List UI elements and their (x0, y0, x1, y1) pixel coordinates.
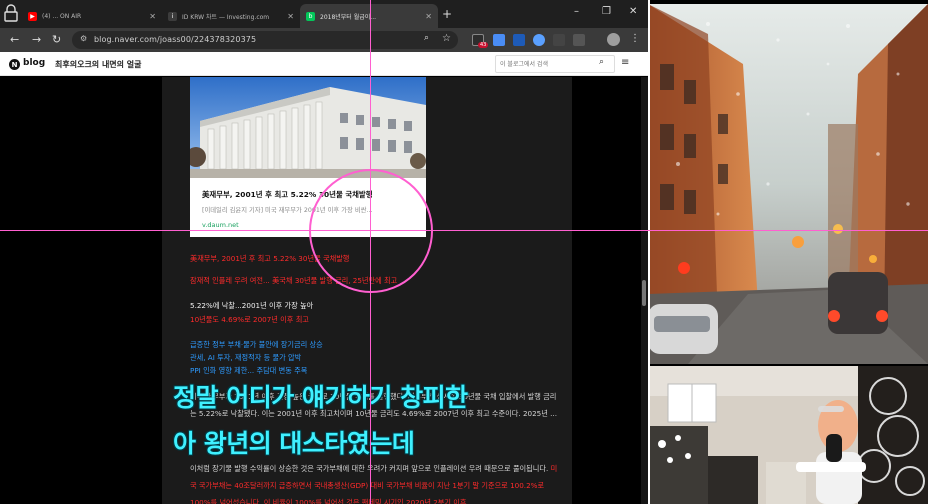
bookmark-star-icon[interactable]: ☆ (442, 33, 451, 44)
article-line: 10년물도 4.69%로 2007년 이후 최고 (190, 315, 309, 324)
extension-badge: 43 (478, 42, 489, 48)
close-icon[interactable]: ✕ (287, 12, 294, 21)
restore-button[interactable]: ❐ (602, 6, 611, 17)
zoom-icon[interactable]: ⌕ (424, 33, 429, 43)
blog-search-input[interactable] (500, 59, 595, 70)
tab-investing[interactable]: i ID KRW 차트 — Investing.com ✕ (162, 4, 300, 28)
blog-logo-text[interactable]: blog (23, 58, 45, 68)
browser-toolbar: ← → ↻ ⚙ blog.naver.com/joass00/224378320… (0, 28, 648, 52)
lock-icon (4, 4, 18, 22)
forward-icon[interactable]: → (32, 33, 41, 47)
menu-icon[interactable]: ⋮ (630, 33, 640, 44)
search-icon[interactable]: ⌕ (599, 57, 604, 67)
new-tab-button[interactable]: + (442, 7, 452, 21)
naver-blog-favicon-icon: b (306, 11, 315, 21)
close-icon[interactable]: ✕ (425, 12, 432, 21)
article-line: 5.22%에 낙찰...2001년 이후 가장 높아 (190, 301, 314, 310)
naver-logo-icon[interactable]: N (9, 59, 20, 70)
webcam-video (648, 366, 928, 504)
extension-icon[interactable] (573, 34, 585, 46)
article-line: 급증한 정부 부채·물가 불안에 장기금리 상승 (190, 340, 323, 349)
address-bar[interactable]: ⚙ blog.naver.com/joass00/224378320375 ⌕ … (72, 31, 458, 49)
treasury-building-image (190, 77, 426, 178)
hamburger-icon[interactable]: ≡ (621, 57, 629, 68)
extension-icon[interactable] (553, 34, 565, 46)
back-icon[interactable]: ← (10, 33, 19, 47)
extension-icon[interactable] (533, 34, 545, 46)
article-line: 관세, AI 투자, 재정적자 등 물가 압박 (190, 353, 302, 362)
crosshair-horizontal (0, 230, 928, 232)
tab-naver-blog[interactable]: b 2018년부터 월급이... ✕ (300, 4, 438, 28)
url-text[interactable]: blog.naver.com/joass00/224378320375 (94, 35, 256, 44)
close-icon[interactable]: ✕ (149, 12, 156, 21)
subtitle-caption: 아 왕년의 대스타였는데 (173, 429, 415, 458)
blog-header: N blog 최후의오크의 내면의 얼굴 ⌕ ≡ (0, 52, 648, 76)
tab-youtube[interactable]: ▶ (4) ... ON AIR ✕ (22, 4, 162, 28)
tab-title: (4) ... ON AIR (42, 12, 82, 20)
cursor-highlight-circle (309, 169, 433, 293)
close-window-button[interactable]: ✕ (629, 6, 637, 17)
screen: ▶ (4) ... ON AIR ✕ i ID KRW 차트 — Investi… (0, 0, 928, 504)
subtitle-caption: 정말 어디가 얘기하기 창피한 (173, 383, 468, 412)
extension-icon[interactable] (493, 34, 505, 46)
blog-search-box: ⌕ (495, 55, 615, 73)
article-paragraph: 이처럼 장기물 발행 수익률이 상승한 것은 국가부채에 대한 우려가 커지며 … (190, 460, 562, 504)
scrollbar-thumb[interactable] (642, 280, 646, 306)
youtube-favicon-icon: ▶ (28, 11, 37, 21)
investing-favicon-icon: i (168, 11, 177, 21)
card-domain[interactable]: v.daum.net (202, 221, 239, 229)
blog-title[interactable]: 최후의오크의 내면의 얼굴 (55, 59, 142, 70)
profile-icon[interactable] (607, 33, 620, 46)
extension-icon[interactable] (513, 34, 525, 46)
tab-strip: ▶ (4) ... ON AIR ✕ i ID KRW 차트 — Investi… (0, 0, 648, 28)
minimize-button[interactable]: – (574, 6, 579, 17)
reload-icon[interactable]: ↻ (52, 33, 61, 47)
article-line: PPI 인화 영향 제한... 주담대 변동 주목 (190, 366, 308, 375)
rainy-street-image (648, 4, 928, 364)
site-info-icon[interactable]: ⚙ (80, 34, 87, 43)
tab-title: ID KRW 차트 — Investing.com (182, 13, 270, 21)
